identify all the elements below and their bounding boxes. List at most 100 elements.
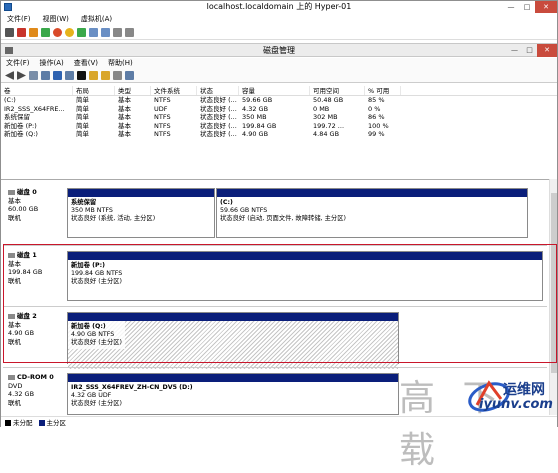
cdrom-0-label[interactable]: CD-ROM 0 DVD 4.32 GB 联机 (5, 370, 65, 416)
vm-menu-vm[interactable]: 虚拟机(A) (75, 14, 118, 25)
share-icon[interactable] (125, 28, 134, 37)
col-type[interactable]: 类型 (115, 86, 151, 95)
volume-layout: 简单 (76, 121, 89, 130)
col-status[interactable]: 状态 (197, 86, 239, 95)
dm-menu-action[interactable]: 操作(A) (35, 58, 69, 69)
partition-size: 4.32 GB UDF (71, 392, 112, 399)
volume-name: 新加卷 (P:) (4, 121, 37, 130)
volume-type: 基本 (118, 104, 131, 113)
disk-0-row: 磁盘 0 基本 60.00 GB 联机 系统保留 350 MB NTFS 状态良… (3, 185, 547, 243)
maximize-icon[interactable]: □ (519, 1, 535, 13)
watermark-site: 运维网 (503, 382, 545, 398)
list-view-icon[interactable] (65, 71, 74, 80)
delete-icon[interactable] (77, 71, 86, 80)
open-icon[interactable] (89, 71, 98, 80)
col-filesystem[interactable]: 文件系统 (151, 86, 197, 95)
enhanced-session-icon[interactable] (113, 28, 122, 37)
vm-menu-file[interactable]: 文件(F) (1, 14, 37, 25)
pause-icon[interactable] (29, 28, 38, 37)
save-state-icon[interactable] (65, 28, 74, 37)
volume-percent: 99 % (368, 130, 385, 138)
properties-icon[interactable] (41, 71, 50, 80)
volume-fs: NTFS (154, 130, 171, 138)
table-row[interactable]: (C:) 简单 基本 NTFS 状态良好 (... 59.66 GB 50.48… (1, 96, 557, 105)
forward-icon[interactable] (17, 71, 26, 80)
dm-menu-view[interactable]: 查看(V) (69, 58, 103, 69)
volume-capacity: 199.84 GB (242, 121, 277, 130)
ctrl-alt-del-icon[interactable] (5, 28, 14, 37)
volume-type: 基本 (118, 96, 131, 104)
close-icon[interactable]: ✕ (535, 1, 557, 13)
watermark: 高 下 载 运维网 iyunv.com (399, 361, 558, 471)
volume-fs: NTFS (154, 113, 171, 121)
col-layout[interactable]: 布局 (73, 86, 115, 95)
partition-name: 系统保留 (71, 199, 97, 206)
partition-system-reserved[interactable]: 系统保留 350 MB NTFS 状态良好 (系统, 活动, 主分区) (67, 188, 215, 238)
revert-icon[interactable] (101, 28, 110, 37)
table-row[interactable]: 新加卷 (P:) 简单 基本 NTFS 状态良好 (... 199.84 GB … (1, 122, 557, 131)
dm-menu-file[interactable]: 文件(F) (1, 58, 35, 69)
volume-list-header: 卷 布局 类型 文件系统 状态 容量 可用空间 % 可用 (1, 86, 557, 96)
back-icon[interactable] (5, 71, 14, 80)
col-free-space[interactable]: 可用空间 (310, 86, 365, 95)
dm-maximize-icon[interactable]: □ (522, 44, 537, 57)
partition-name: IR2_SSS_X64FREV_ZH-CN_DV5 (D:) (71, 384, 193, 391)
volume-list: 卷 布局 类型 文件系统 状态 容量 可用空间 % 可用 (C:) 简单 基本 … (1, 86, 557, 177)
minimize-icon[interactable]: — (503, 1, 519, 13)
dm-menu-help[interactable]: 帮助(H) (103, 58, 138, 69)
checkpoint-icon[interactable] (89, 28, 98, 37)
partition-c[interactable]: (C:) 59.66 GB NTFS 状态良好 (启动, 页面文件, 故障转储,… (216, 188, 528, 238)
legend-unallocated-label: 未分配 (13, 419, 33, 427)
volume-status: 状态良好 (... (200, 130, 237, 138)
dm-toolbar (1, 69, 557, 83)
volume-percent: 86 % (368, 113, 385, 121)
volume-free: 199.72 ... (313, 121, 345, 130)
volume-status: 状态良好 (... (200, 104, 237, 113)
volume-capacity: 59.66 GB (242, 96, 273, 104)
partition-d[interactable]: IR2_SSS_X64FREV_ZH-CN_DV5 (D:) 4.32 GB U… (67, 373, 399, 415)
disk-name: 磁盘 0 (17, 188, 37, 196)
dm-window-controls: — □ ✕ (507, 44, 557, 57)
disk-management-title: 磁盘管理 (263, 46, 295, 55)
disk-0-label[interactable]: 磁盘 0 基本 60.00 GB 联机 (5, 185, 65, 243)
console-tree-icon[interactable] (29, 71, 38, 80)
vm-app-icon (4, 3, 12, 11)
col-percent-free[interactable]: % 可用 (365, 86, 401, 95)
partition-bar (217, 189, 527, 197)
dm-minimize-icon[interactable]: — (507, 44, 522, 57)
stop-icon[interactable] (17, 28, 26, 37)
start-icon[interactable] (41, 28, 50, 37)
volume-status: 状态良好 (... (200, 121, 237, 130)
help-icon[interactable] (53, 71, 62, 80)
vm-toolbar (1, 26, 557, 40)
settings-icon[interactable] (125, 71, 134, 80)
partition-name: (C:) (220, 199, 233, 206)
volume-type: 基本 (118, 130, 131, 138)
volume-layout: 简单 (76, 130, 89, 138)
partition-status: 状态良好 (主分区) (71, 400, 122, 407)
volume-type: 基本 (118, 121, 131, 130)
volume-percent: 100 % (368, 121, 389, 130)
volume-fs: NTFS (154, 121, 171, 130)
table-row[interactable]: 新加卷 (Q:) 简单 基本 NTFS 状态良好 (... 4.90 GB 4.… (1, 130, 557, 139)
disk-size: 4.32 GB (8, 390, 35, 398)
dm-menu-bar: 文件(F) 操作(A) 查看(V) 帮助(H) (1, 58, 557, 69)
table-row[interactable]: IR2_SSS_X64FRE... 简单 基本 UDF 状态良好 (... 4.… (1, 105, 557, 114)
dm-close-icon[interactable]: ✕ (537, 44, 557, 57)
disk-management-icon (5, 47, 13, 54)
volume-free: 4.84 GB (313, 130, 340, 138)
refresh-icon[interactable] (113, 71, 122, 80)
volume-layout: 简单 (76, 96, 89, 104)
watermark-url: iyunv.com (479, 397, 553, 412)
col-capacity[interactable]: 容量 (239, 86, 310, 95)
unallocated-swatch (5, 420, 11, 426)
col-volume[interactable]: 卷 (1, 86, 73, 95)
disk-size: 60.00 GB (8, 205, 39, 213)
volume-fs: NTFS (154, 96, 171, 104)
reset-icon[interactable] (77, 28, 86, 37)
table-row[interactable]: 系统保留 简单 基本 NTFS 状态良好 (... 350 MB 302 MB … (1, 113, 557, 122)
shutdown-icon[interactable] (53, 28, 62, 37)
explore-icon[interactable] (101, 71, 110, 80)
vm-menu-view[interactable]: 视图(W) (37, 14, 75, 25)
partition-status: 状态良好 (启动, 页面文件, 故障转储, 主分区) (220, 215, 346, 222)
